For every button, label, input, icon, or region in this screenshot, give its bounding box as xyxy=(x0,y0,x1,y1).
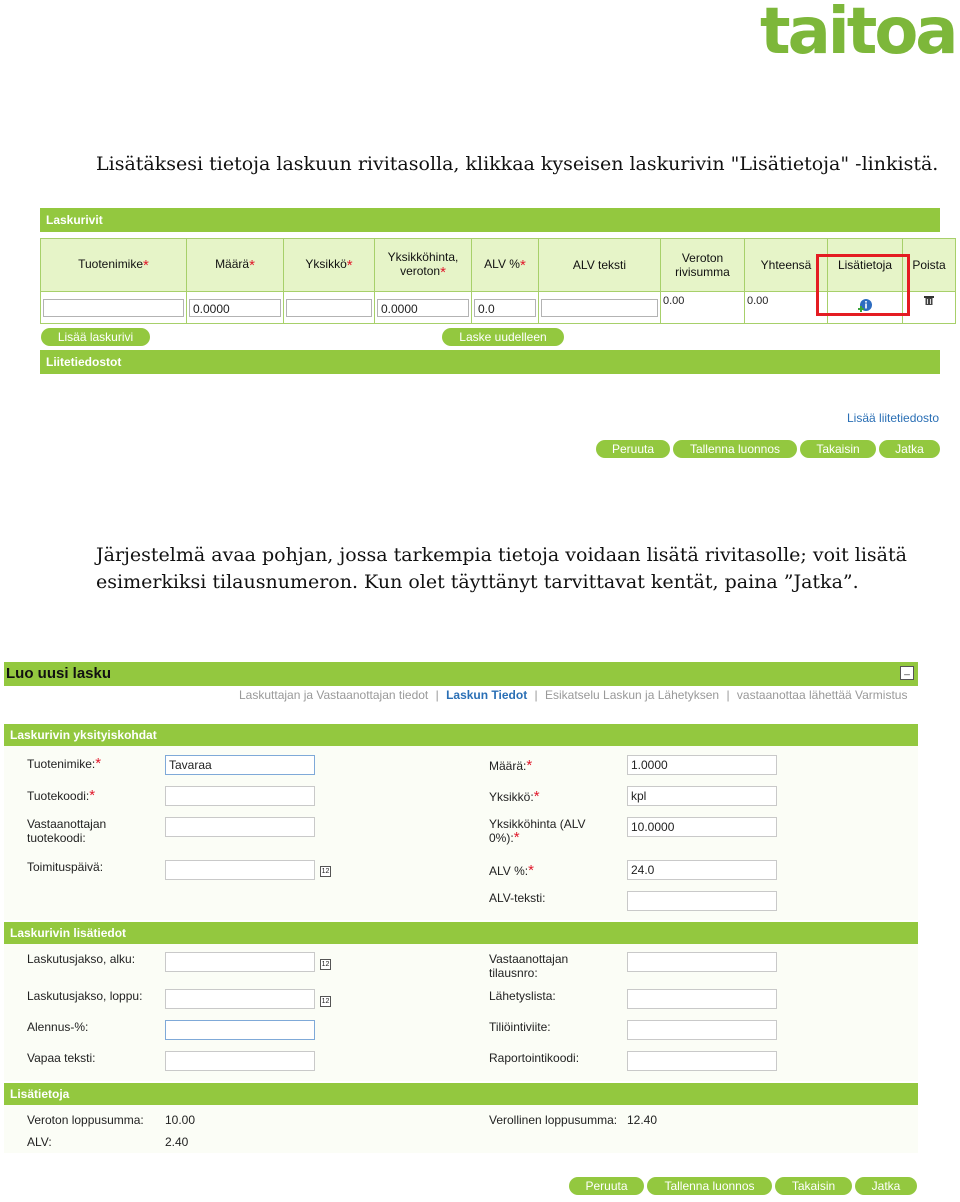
back-button-top[interactable]: Takaisin xyxy=(800,440,876,458)
calendar-icon-jakso-alku[interactable]: 12 xyxy=(320,959,331,970)
alv-total-value: 2.40 xyxy=(165,1135,189,1149)
breadcrumb-step-3[interactable]: Esikatselu Laskun ja Lähetyksen xyxy=(545,688,719,702)
alv-input[interactable]: 24.0 xyxy=(627,860,777,880)
intro-text-2-line-1: Järjestelmä avaa pohjan, jossa tarkempia… xyxy=(96,544,907,566)
raportointikoodi-input[interactable] xyxy=(627,1051,777,1071)
breadcrumb: Laskuttajan ja Vastaanottajan tiedot | L… xyxy=(239,688,908,702)
breadcrumb-step-1[interactable]: Laskuttajan ja Vastaanottajan tiedot xyxy=(239,688,428,702)
trash-icon[interactable] xyxy=(923,294,935,306)
next-button-top[interactable]: Jatka xyxy=(879,440,940,458)
maara-input[interactable]: 1.0000 xyxy=(627,755,777,775)
highlight-lisatietoja xyxy=(816,254,910,316)
cancel-button-bottom[interactable]: Peruuta xyxy=(569,1177,644,1195)
lahetyslista-label: Lähetyslista: xyxy=(489,989,556,1003)
vapaa-teksti-input[interactable] xyxy=(165,1051,315,1071)
intro-text-2: Järjestelmä avaa pohjan, jossa tarkempia… xyxy=(96,542,907,596)
cancel-button-top[interactable]: Peruuta xyxy=(596,440,670,458)
laskutusjakso-loppu-input[interactable] xyxy=(165,989,315,1009)
minimize-button[interactable]: _ xyxy=(900,666,914,680)
alv-teksti-label: ALV-teksti: xyxy=(489,891,546,905)
row-alv-input[interactable]: 0.0 xyxy=(474,298,536,317)
maara-label: Määrä:* xyxy=(489,757,533,774)
row-alv-teksti-input[interactable] xyxy=(541,298,658,317)
breadcrumb-step-4[interactable]: vastaanottaa lähettää Varmistus xyxy=(737,688,908,702)
vastaanottajan-tilausnro-label: Vastaanottajan tilausnro: xyxy=(489,952,569,980)
taitoa-logo: taitoa xyxy=(760,0,958,69)
laskutusjakso-alku-input[interactable] xyxy=(165,952,315,972)
yksikkohinta-input[interactable]: 10.0000 xyxy=(627,817,777,837)
vastaanottajan-tuotekoodi-label: Vastaanottajan tuotekoodi: xyxy=(27,817,107,845)
calendar-icon-jakso-loppu[interactable]: 12 xyxy=(320,996,331,1007)
vastaanottajan-tilausnro-input[interactable] xyxy=(627,952,777,972)
next-button-bottom[interactable]: Jatka xyxy=(855,1177,917,1195)
tiliointiviite-label: Tiliöintiviite: xyxy=(489,1020,551,1034)
alv-teksti-input[interactable] xyxy=(627,891,777,911)
add-attachment-link[interactable]: Lisää liitetiedosto xyxy=(847,411,939,425)
back-button-bottom[interactable]: Takaisin xyxy=(775,1177,852,1195)
row-veroton-value: 0.00 xyxy=(660,291,745,324)
form-title-bar: Luo uusi lasku _ xyxy=(4,662,918,686)
yksikko-label: Yksikkö:* xyxy=(489,788,540,805)
section-panel-2 xyxy=(4,944,918,1081)
toimituspaiva-input[interactable] xyxy=(165,860,315,880)
vapaa-teksti-label: Vapaa teksti: xyxy=(27,1051,96,1065)
recalculate-button[interactable]: Laske uudelleen xyxy=(442,328,564,346)
veroton-loppusumma-label: Veroton loppusumma: xyxy=(27,1113,144,1127)
lahetyslista-input[interactable] xyxy=(627,989,777,1009)
laskutusjakso-alku-label: Laskutusjakso, alku: xyxy=(27,952,136,966)
row-tuotenimike-input[interactable] xyxy=(43,298,184,317)
col-header-yksikko: Yksikkö* xyxy=(283,238,375,292)
col-header-yksikkohinta: Yksikköhinta, veroton* xyxy=(374,238,472,292)
alv-label: ALV %:* xyxy=(489,862,534,879)
alennus-label: Alennus-%: xyxy=(27,1020,89,1034)
vastaanottajan-tuotekoodi-input[interactable] xyxy=(165,817,315,837)
verollinen-loppusumma-value: 12.40 xyxy=(627,1113,658,1127)
section-bar-laskurivin-yksityiskohdat: Laskurivin yksityiskohdat xyxy=(4,724,918,746)
calendar-icon-toimituspaiva[interactable]: 12 xyxy=(320,866,331,877)
section-bar-laskurivin-lisatiedot: Laskurivin lisätiedot xyxy=(4,922,918,944)
section-bar-liitetiedostot: Liitetiedostot xyxy=(40,350,940,374)
add-row-button[interactable]: Lisää laskurivi xyxy=(41,328,150,346)
toimituspaiva-label: Toimituspäivä: xyxy=(27,860,104,874)
tuotenimike-label: Tuotenimike:* xyxy=(27,755,102,772)
col-header-maara: Määrä* xyxy=(186,238,284,292)
verollinen-loppusumma-label: Verollinen loppusumma: xyxy=(489,1113,618,1127)
col-header-poista: Poista xyxy=(902,238,956,292)
laskutusjakso-loppu-label: Laskutusjakso, loppu: xyxy=(27,989,143,1003)
veroton-loppusumma-value: 10.00 xyxy=(165,1113,196,1127)
save-draft-button-bottom[interactable]: Tallenna luonnos xyxy=(647,1177,772,1195)
intro-text-2-line-2: esimerkiksi tilausnumeron. Kun olet täyt… xyxy=(96,571,859,593)
col-header-tuotenimike: Tuotenimike* xyxy=(40,238,187,292)
alennus-input[interactable] xyxy=(165,1020,315,1040)
save-draft-button-top[interactable]: Tallenna luonnos xyxy=(673,440,797,458)
row-yksikko-input[interactable] xyxy=(286,298,372,317)
section-bar-laskurivit: Laskurivit xyxy=(40,208,940,232)
tiliointiviite-input[interactable] xyxy=(627,1020,777,1040)
yksikkohinta-label: Yksikköhinta (ALV 0%):* xyxy=(489,817,586,846)
breadcrumb-step-2[interactable]: Laskun Tiedot xyxy=(446,688,527,702)
row-maara-input[interactable]: 0.0000 xyxy=(189,298,281,317)
alv-total-label: ALV: xyxy=(27,1135,52,1149)
raportointikoodi-label: Raportointikoodi: xyxy=(489,1051,580,1065)
tuotekoodi-input[interactable] xyxy=(165,786,315,806)
section-panel-1 xyxy=(4,746,918,920)
row-yksikkohinta-input[interactable]: 0.0000 xyxy=(377,298,469,317)
tuotekoodi-label: Tuotekoodi:* xyxy=(27,787,96,804)
col-header-alv: ALV %* xyxy=(471,238,539,292)
intro-text-1: Lisätäksesi tietoja laskuun rivitasolla,… xyxy=(96,153,939,175)
section-bar-lisatietoja: Lisätietoja xyxy=(4,1083,918,1105)
yksikko-input[interactable]: kpl xyxy=(627,786,777,806)
col-header-alv-teksti: ALV teksti xyxy=(538,238,661,292)
form-title: Luo uusi lasku xyxy=(6,665,112,682)
col-header-veroton: Veroton rivisumma xyxy=(660,238,745,292)
tuotenimike-input[interactable]: Tavaraa xyxy=(165,755,315,775)
